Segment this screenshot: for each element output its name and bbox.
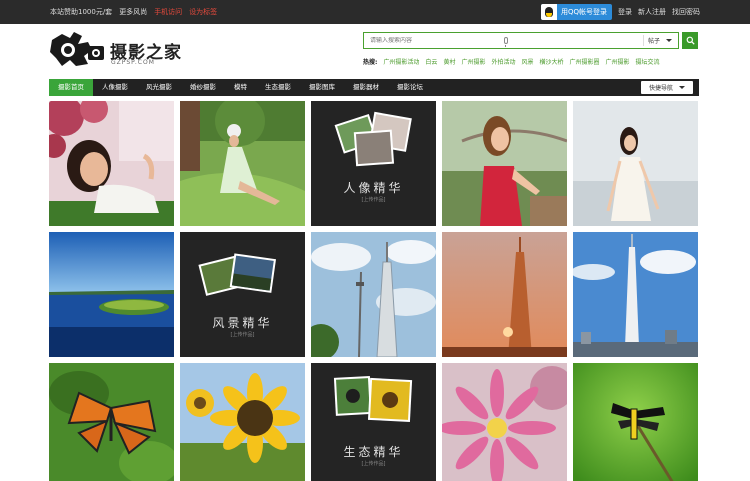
quick-nav-label: 快捷导航 xyxy=(648,85,673,92)
feature-ecology-title: 生态精华 xyxy=(343,445,404,459)
feature-landscape-upload[interactable]: [上传作品] xyxy=(180,331,305,338)
register-link[interactable]: 新人注册 xyxy=(638,7,666,17)
hot-link[interactable]: 横沙大桥 xyxy=(540,57,564,66)
top-link-more[interactable]: 更多风尚 xyxy=(119,7,147,17)
forgot-password-link[interactable]: 找回密码 xyxy=(672,7,700,17)
search-type-value: 帖子 xyxy=(647,38,660,45)
hot-link[interactable]: 摄坛交流 xyxy=(636,57,660,66)
feature-portrait-upload[interactable]: [上传作品] xyxy=(311,196,436,203)
search-type-select[interactable]: 帖子 xyxy=(642,35,676,46)
search-input[interactable] xyxy=(364,37,604,44)
hot-link[interactable]: 外拍活动 xyxy=(491,57,515,66)
feature-landscape-title: 风景精华 xyxy=(212,316,273,330)
hot-link[interactable]: 广州摄影 xyxy=(461,57,485,66)
microphone-icon[interactable] xyxy=(504,37,508,47)
nav-item-model[interactable]: 模特 xyxy=(225,79,256,96)
qq-avatar-icon xyxy=(540,4,557,20)
photo-portrait-woman-white[interactable] xyxy=(573,101,698,226)
logo-subtitle: GZPSP.COM xyxy=(111,59,155,66)
feature-portrait-title: 人像精华 xyxy=(343,181,404,195)
photo-canton-tower-city[interactable] xyxy=(573,232,698,357)
nav-item-gallery[interactable]: 摄影图库 xyxy=(300,79,344,96)
login-link[interactable]: 登录 xyxy=(618,7,632,17)
photo-sunflower[interactable] xyxy=(180,363,305,481)
nav-item-landscape[interactable]: 风光摄影 xyxy=(137,79,181,96)
nav-item-portrait[interactable]: 人像摄影 xyxy=(93,79,137,96)
hot-link[interactable]: 风景 xyxy=(521,57,533,66)
photo-portrait-woman-grass[interactable] xyxy=(180,101,305,226)
feature-portrait[interactable]: 人像精华 [上传作品] xyxy=(311,101,436,226)
top-link-bookmark[interactable]: 设为标签 xyxy=(189,7,217,17)
account-links: 用QQ帐号登录 登录 新人注册 找回密码 xyxy=(540,4,700,20)
top-bar: 本站赞助1000元/套 更多风尚 手机访问 设为标签 用QQ帐号登录 登录 新人… xyxy=(0,0,750,24)
search-bar: 帖子 xyxy=(363,32,698,49)
hot-link[interactable]: 广州摄影 xyxy=(606,57,630,66)
search-box: 帖子 xyxy=(363,32,679,49)
hot-search-links: 热搜: 广州摄影活动 白云 黄村 广州摄影 外拍活动 风景 横沙大桥 广州摄影圈… xyxy=(363,57,660,66)
feature-ecology-upload[interactable]: [上传作品] xyxy=(311,460,436,467)
photo-lake-island[interactable] xyxy=(49,232,174,357)
top-link-sponsor[interactable]: 本站赞助1000元/套 xyxy=(50,7,112,17)
nav-item-home[interactable]: 摄影首页 xyxy=(49,79,93,96)
nav-item-forum[interactable]: 摄影论坛 xyxy=(388,79,432,96)
photo-pink-flower[interactable] xyxy=(442,363,567,481)
search-icon xyxy=(686,36,695,45)
qq-login-label: 用QQ帐号登录 xyxy=(560,8,607,16)
qq-login-button[interactable]: 用QQ帐号登录 xyxy=(540,4,612,20)
search-button[interactable] xyxy=(682,32,698,49)
photo-portrait-woman-flowers[interactable] xyxy=(49,101,174,226)
top-links: 本站赞助1000元/套 更多风尚 手机访问 设为标签 xyxy=(50,7,217,17)
quick-nav-button[interactable]: 快捷导航 xyxy=(640,81,693,94)
photo-dragonfly[interactable] xyxy=(573,363,698,481)
caret-down-icon xyxy=(679,86,685,89)
main-nav: 摄影首页 人像摄影 风光摄影 婚纱摄影 模特 生态摄影 摄影图库 摄影器材 摄影… xyxy=(49,79,699,96)
hot-link[interactable]: 广州摄影活动 xyxy=(383,57,419,66)
nav-item-wedding[interactable]: 婚纱摄影 xyxy=(181,79,225,96)
photo-canton-tower-sunset[interactable] xyxy=(442,232,567,357)
caret-down-icon xyxy=(666,39,672,42)
hot-search-label: 热搜: xyxy=(363,59,378,66)
hot-link[interactable]: 白云 xyxy=(425,57,437,66)
top-link-mobile[interactable]: 手机访问 xyxy=(154,7,182,17)
header: 摄影之家 GZPSP.COM 帖子 热搜: 广州摄影活动 白云 黄村 广州摄影 … xyxy=(0,24,750,76)
camera-logo-icon xyxy=(50,32,104,66)
feature-ecology[interactable]: 生态精华 [上传作品] xyxy=(311,363,436,481)
photo-canton-tower-sky[interactable] xyxy=(311,232,436,357)
feature-landscape[interactable]: 风景精华 [上传作品] xyxy=(180,232,305,357)
photo-butterfly[interactable] xyxy=(49,363,174,481)
hot-link[interactable]: 广州摄影圈 xyxy=(570,57,600,66)
hot-link[interactable]: 黄村 xyxy=(443,57,455,66)
photo-portrait-woman-red[interactable] xyxy=(442,101,567,226)
site-logo[interactable]: 摄影之家 GZPSP.COM xyxy=(48,28,188,72)
nav-item-ecology[interactable]: 生态摄影 xyxy=(256,79,300,96)
nav-item-equipment[interactable]: 摄影器材 xyxy=(344,79,388,96)
